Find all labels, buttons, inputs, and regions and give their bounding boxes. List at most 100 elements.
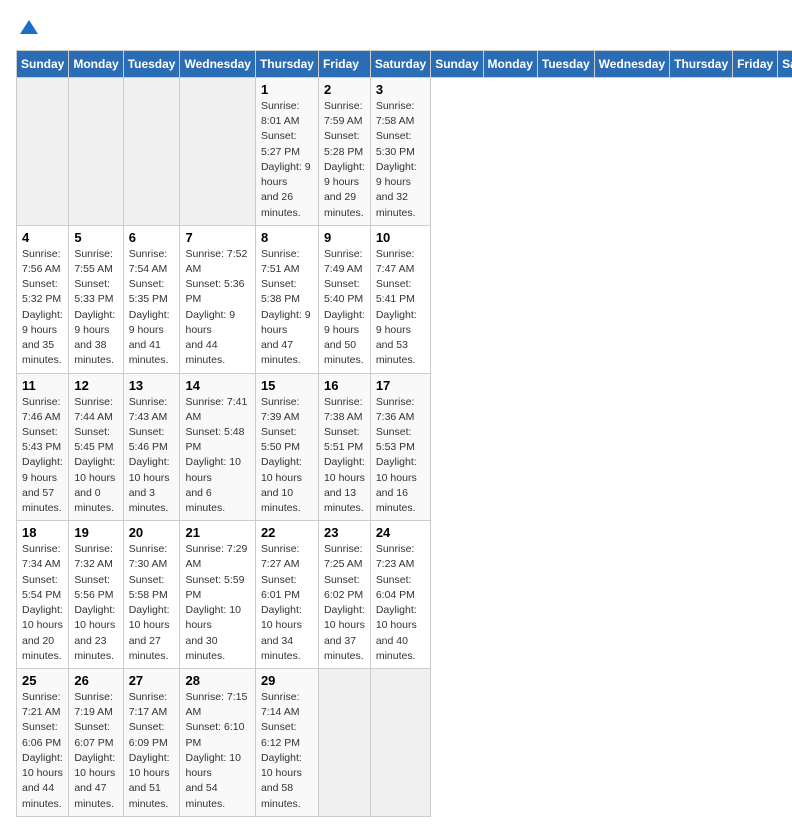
week-row-4: 18 Sunrise: 7:34 AM Sunset: 5:54 PM Dayli… [17, 521, 792, 669]
day-number: 23 [324, 525, 365, 540]
day-cell: 25 Sunrise: 7:21 AM Sunset: 6:06 PM Dayli… [17, 669, 69, 817]
day-cell: 1 Sunrise: 8:01 AM Sunset: 5:27 PM Daylig… [255, 78, 318, 226]
day-number: 4 [22, 230, 63, 245]
day-number: 16 [324, 378, 365, 393]
day-number: 29 [261, 673, 313, 688]
day-cell: 27Sunrise: 7:17 AM Sunset: 6:09 PM Dayli… [123, 669, 180, 817]
header-wednesday: Wednesday [180, 51, 255, 78]
day-number: 12 [74, 378, 117, 393]
day-cell: 22Sunrise: 7:27 AM Sunset: 6:01 PM Dayli… [255, 521, 318, 669]
day-number: 15 [261, 378, 313, 393]
day-detail: Sunrise: 7:59 AM Sunset: 5:28 PM Dayligh… [324, 99, 365, 221]
day-detail: Sunrise: 7:29 AM Sunset: 5:59 PM Dayligh… [185, 542, 249, 664]
day-cell: 17 Sunrise: 7:36 AM Sunset: 5:53 PM Dayli… [370, 373, 430, 521]
day-cell: 5 Sunrise: 7:55 AM Sunset: 5:33 PM Daylig… [69, 225, 123, 373]
day-cell [318, 669, 370, 817]
day-cell: 28 Sunrise: 7:15 AM Sunset: 6:10 PM Dayli… [180, 669, 255, 817]
page-header [16, 16, 776, 42]
day-cell [17, 78, 69, 226]
day-number: 17 [376, 378, 425, 393]
day-cell: 13 Sunrise: 7:43 AM Sunset: 5:46 PM Dayli… [123, 373, 180, 521]
day-cell: 21 Sunrise: 7:29 AM Sunset: 5:59 PM Dayli… [180, 521, 255, 669]
day-cell: 2 Sunrise: 7:59 AM Sunset: 5:28 PM Daylig… [318, 78, 370, 226]
day-cell: 23 Sunrise: 7:25 AM Sunset: 6:02 PM Dayli… [318, 521, 370, 669]
header-saturday: Saturday [778, 51, 792, 78]
day-detail: Sunrise: 7:15 AM Sunset: 6:10 PM Dayligh… [185, 690, 249, 812]
day-cell: 26 Sunrise: 7:19 AM Sunset: 6:07 PM Dayli… [69, 669, 123, 817]
week-row-3: 11Sunrise: 7:46 AM Sunset: 5:43 PM Dayli… [17, 373, 792, 521]
day-cell: 3 Sunrise: 7:58 AM Sunset: 5:30 PM Daylig… [370, 78, 430, 226]
day-number: 28 [185, 673, 249, 688]
day-number: 26 [74, 673, 117, 688]
header-saturday: Saturday [370, 51, 430, 78]
day-detail: Sunrise: 7:39 AM Sunset: 5:50 PM Dayligh… [261, 395, 313, 517]
day-cell [69, 78, 123, 226]
day-detail: Sunrise: 7:38 AM Sunset: 5:51 PM Dayligh… [324, 395, 365, 517]
day-detail: Sunrise: 7:55 AM Sunset: 5:33 PM Dayligh… [74, 247, 117, 369]
day-number: 13 [129, 378, 175, 393]
day-detail: Sunrise: 7:58 AM Sunset: 5:30 PM Dayligh… [376, 99, 425, 221]
day-number: 24 [376, 525, 425, 540]
day-number: 7 [185, 230, 249, 245]
day-detail: Sunrise: 7:54 AM Sunset: 5:35 PM Dayligh… [129, 247, 175, 369]
day-cell: 11Sunrise: 7:46 AM Sunset: 5:43 PM Dayli… [17, 373, 69, 521]
day-detail: Sunrise: 7:17 AM Sunset: 6:09 PM Dayligh… [129, 690, 175, 812]
day-detail: Sunrise: 7:19 AM Sunset: 6:07 PM Dayligh… [74, 690, 117, 812]
day-cell [370, 669, 430, 817]
day-detail: Sunrise: 7:47 AM Sunset: 5:41 PM Dayligh… [376, 247, 425, 369]
header-friday: Friday [733, 51, 778, 78]
logo-icon [18, 16, 40, 38]
week-row-1: 1 Sunrise: 8:01 AM Sunset: 5:27 PM Daylig… [17, 78, 792, 226]
day-number: 11 [22, 378, 63, 393]
day-detail: Sunrise: 7:34 AM Sunset: 5:54 PM Dayligh… [22, 542, 63, 664]
day-cell: 14 Sunrise: 7:41 AM Sunset: 5:48 PM Dayli… [180, 373, 255, 521]
day-detail: Sunrise: 7:49 AM Sunset: 5:40 PM Dayligh… [324, 247, 365, 369]
day-number: 3 [376, 82, 425, 97]
day-number: 8 [261, 230, 313, 245]
logo [16, 16, 40, 42]
day-number: 21 [185, 525, 249, 540]
day-detail: Sunrise: 7:27 AM Sunset: 6:01 PM Dayligh… [261, 542, 313, 664]
header-monday: Monday [69, 51, 123, 78]
day-detail: Sunrise: 7:14 AM Sunset: 6:12 PM Dayligh… [261, 690, 313, 812]
day-number: 18 [22, 525, 63, 540]
day-number: 2 [324, 82, 365, 97]
day-cell: 16 Sunrise: 7:38 AM Sunset: 5:51 PM Dayli… [318, 373, 370, 521]
day-number: 6 [129, 230, 175, 245]
day-number: 5 [74, 230, 117, 245]
day-cell: 24 Sunrise: 7:23 AM Sunset: 6:04 PM Dayli… [370, 521, 430, 669]
day-cell [123, 78, 180, 226]
day-number: 14 [185, 378, 249, 393]
day-cell: 6 Sunrise: 7:54 AM Sunset: 5:35 PM Daylig… [123, 225, 180, 373]
day-cell: 8 Sunrise: 7:51 AM Sunset: 5:38 PM Daylig… [255, 225, 318, 373]
day-detail: Sunrise: 7:30 AM Sunset: 5:58 PM Dayligh… [129, 542, 175, 664]
calendar-table: SundayMondayTuesdayWednesdayThursdayFrid… [16, 50, 792, 817]
day-detail: Sunrise: 7:21 AM Sunset: 6:06 PM Dayligh… [22, 690, 63, 812]
header-tuesday: Tuesday [123, 51, 180, 78]
day-number: 1 [261, 82, 313, 97]
header-sunday: Sunday [431, 51, 483, 78]
day-detail: Sunrise: 7:52 AM Sunset: 5:36 PM Dayligh… [185, 247, 249, 369]
day-detail: Sunrise: 7:51 AM Sunset: 5:38 PM Dayligh… [261, 247, 313, 369]
day-cell: 19Sunrise: 7:32 AM Sunset: 5:56 PM Dayli… [69, 521, 123, 669]
day-detail: Sunrise: 7:41 AM Sunset: 5:48 PM Dayligh… [185, 395, 249, 517]
header-thursday: Thursday [670, 51, 733, 78]
day-number: 25 [22, 673, 63, 688]
day-detail: Sunrise: 7:44 AM Sunset: 5:45 PM Dayligh… [74, 395, 117, 517]
header-sunday: Sunday [17, 51, 69, 78]
day-detail: Sunrise: 7:43 AM Sunset: 5:46 PM Dayligh… [129, 395, 175, 517]
week-row-5: 25 Sunrise: 7:21 AM Sunset: 6:06 PM Dayli… [17, 669, 792, 817]
day-detail: Sunrise: 8:01 AM Sunset: 5:27 PM Dayligh… [261, 99, 313, 221]
day-detail: Sunrise: 7:56 AM Sunset: 5:32 PM Dayligh… [22, 247, 63, 369]
day-cell: 4 Sunrise: 7:56 AM Sunset: 5:32 PM Daylig… [17, 225, 69, 373]
day-detail: Sunrise: 7:25 AM Sunset: 6:02 PM Dayligh… [324, 542, 365, 664]
day-cell: 15 Sunrise: 7:39 AM Sunset: 5:50 PM Dayli… [255, 373, 318, 521]
day-detail: Sunrise: 7:23 AM Sunset: 6:04 PM Dayligh… [376, 542, 425, 664]
day-detail: Sunrise: 7:32 AM Sunset: 5:56 PM Dayligh… [74, 542, 117, 664]
day-detail: Sunrise: 7:36 AM Sunset: 5:53 PM Dayligh… [376, 395, 425, 517]
week-row-2: 4 Sunrise: 7:56 AM Sunset: 5:32 PM Daylig… [17, 225, 792, 373]
day-cell: 20Sunrise: 7:30 AM Sunset: 5:58 PM Dayli… [123, 521, 180, 669]
day-cell: 18 Sunrise: 7:34 AM Sunset: 5:54 PM Dayli… [17, 521, 69, 669]
header-wednesday: Wednesday [594, 51, 669, 78]
header-monday: Monday [483, 51, 537, 78]
